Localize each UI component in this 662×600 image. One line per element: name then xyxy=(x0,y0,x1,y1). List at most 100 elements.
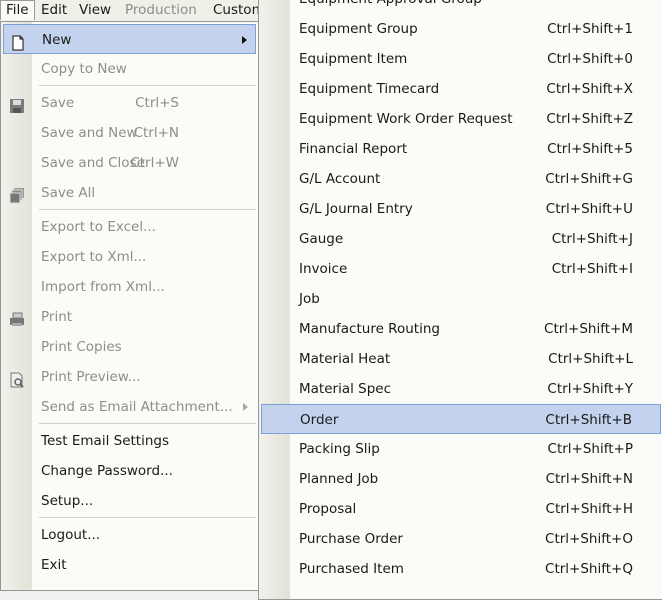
new-submenu-item-material-heat[interactable]: Material Heat Ctrl+Shift+L xyxy=(261,344,661,374)
menu-item-label: Logout... xyxy=(41,527,101,543)
shortcut-label: Ctrl+Shift+G xyxy=(545,171,633,187)
shortcut-label: Ctrl+Shift+Z xyxy=(546,111,633,127)
menu-separator xyxy=(39,209,256,211)
menu-item-label: Send as Email Attachment... xyxy=(41,399,233,415)
menu-item-label: Financial Report xyxy=(299,141,408,157)
new-submenu-item-proposal[interactable]: Proposal Ctrl+Shift+H xyxy=(261,494,661,524)
new-submenu-item-equipment-timecard[interactable]: Equipment Timecard Ctrl+Shift+X xyxy=(261,74,661,104)
new-submenu-item-purchase-order[interactable]: Purchase Order Ctrl+Shift+O xyxy=(261,524,661,554)
new-submenu-item-equipment-group[interactable]: Equipment Group Ctrl+Shift+1 xyxy=(261,14,661,44)
new-submenu-item-financial-report[interactable]: Financial Report Ctrl+Shift+5 xyxy=(261,134,661,164)
shortcut-label: Ctrl+Shift+Y xyxy=(547,381,633,397)
shortcut-label: Ctrl+Shift+1 xyxy=(547,21,633,37)
file-menu-item-export-to-xml[interactable]: Export to Xml... xyxy=(3,242,256,272)
menu-item-label: Packing Slip xyxy=(299,441,380,457)
new-submenu-item-packing-slip[interactable]: Packing Slip Ctrl+Shift+P xyxy=(261,434,661,464)
menu-item-label: Export to Excel... xyxy=(41,219,156,235)
menu-item-label: Gauge xyxy=(299,231,344,247)
new-submenu-item-invoice[interactable]: Invoice Ctrl+Shift+I xyxy=(261,254,661,284)
new-submenu-item-manufacture-routing[interactable]: Manufacture Routing Ctrl+Shift+M xyxy=(261,314,661,344)
menu-item-label: Equipment Group xyxy=(299,21,418,37)
menu-item-label: Export to Xml... xyxy=(41,249,147,265)
file-menu-item-import-from-xml[interactable]: Import from Xml... xyxy=(3,272,256,302)
shortcut-label: Ctrl+Shift+O xyxy=(545,531,633,547)
menu-separator xyxy=(39,423,256,425)
menu-item-label: Equipment Approval Group xyxy=(299,0,482,14)
menu-item-label: Print xyxy=(41,309,73,325)
file-menu-item-save-and-close[interactable]: Save and Close Ctrl+W xyxy=(3,148,256,178)
menu-item-label: Job xyxy=(299,291,320,307)
new-submenu-item-equipment-item[interactable]: Equipment Item Ctrl+Shift+0 xyxy=(261,44,661,74)
menu-item-label: G/L Journal Entry xyxy=(299,201,413,217)
file-menu-item-send-as-email-attachment[interactable]: Send as Email Attachment... xyxy=(3,392,256,422)
shortcut-label: Ctrl+Shift+J xyxy=(551,231,633,247)
menu-item-label: Print Preview... xyxy=(41,369,141,385)
menu-edit[interactable]: Edit xyxy=(36,1,72,20)
print-preview-icon xyxy=(9,369,25,388)
file-menu-item-change-password[interactable]: Change Password... xyxy=(3,456,256,486)
new-submenu-item-g-l-journal-entry[interactable]: G/L Journal Entry Ctrl+Shift+U xyxy=(261,194,661,224)
menu-item-label: Save xyxy=(41,95,75,111)
menu-item-label: Equipment Work Order Request xyxy=(299,111,513,127)
menu-item-label: Equipment Timecard xyxy=(299,81,440,97)
new-submenu-item-equipment-approval-group[interactable]: Equipment Approval Group xyxy=(261,0,661,14)
menu-separator xyxy=(39,517,256,519)
menu-item-label: G/L Account xyxy=(299,171,381,187)
new-submenu-item-equipment-work-order-request[interactable]: Equipment Work Order Request Ctrl+Shift+Z xyxy=(261,104,661,134)
file-menu-item-print[interactable]: Print xyxy=(3,302,256,332)
file-menu-item-save-all[interactable]: Save All xyxy=(3,178,256,208)
file-menu-item-test-email-settings[interactable]: Test Email Settings xyxy=(3,426,256,456)
shortcut-label: Ctrl+Shift+L xyxy=(548,351,633,367)
shortcut-label: Ctrl+S xyxy=(135,95,179,111)
file-menu-item-exit[interactable]: Exit xyxy=(3,550,256,580)
shortcut-label: Ctrl+N xyxy=(133,125,179,141)
menu-production[interactable]: Production xyxy=(120,1,202,20)
menu-view[interactable]: View xyxy=(74,1,116,20)
menu-item-label: Invoice xyxy=(299,261,348,277)
file-menu-item-save[interactable]: Save Ctrl+S xyxy=(3,88,256,118)
file-menu-item-save-and-new[interactable]: Save and New Ctrl+N xyxy=(3,118,256,148)
file-menu-item-logout[interactable]: Logout... xyxy=(3,520,256,550)
menu-file[interactable]: File xyxy=(0,0,35,20)
new-submenu-item-planned-job[interactable]: Planned Job Ctrl+Shift+N xyxy=(261,464,661,494)
new-submenu-item-g-l-account[interactable]: G/L Account Ctrl+Shift+G xyxy=(261,164,661,194)
shortcut-label: Ctrl+Shift+5 xyxy=(547,141,633,157)
menu-item-label: Test Email Settings xyxy=(41,433,169,449)
new-submenu-item-job[interactable]: Job xyxy=(261,284,661,314)
menu-item-label: Exit xyxy=(41,557,67,573)
file-menu-item-print-preview[interactable]: Print Preview... xyxy=(3,362,256,392)
menu-item-label: Material Spec xyxy=(299,381,392,397)
menu-item-label: Save All xyxy=(41,185,96,201)
shortcut-label: Ctrl+Shift+I xyxy=(551,261,633,277)
menu-item-label: Proposal xyxy=(299,501,357,517)
shortcut-label: Ctrl+Shift+H xyxy=(545,501,633,517)
new-submenu-item-order[interactable]: Order Ctrl+Shift+B xyxy=(261,404,661,434)
new-submenu-item-material-spec[interactable]: Material Spec Ctrl+Shift+Y xyxy=(261,374,661,404)
shortcut-label: Ctrl+W xyxy=(130,155,179,171)
new-submenu-item-gauge[interactable]: Gauge Ctrl+Shift+J xyxy=(261,224,661,254)
file-menu-item-copy-to-new[interactable]: Copy to New xyxy=(3,54,256,84)
menu-item-label: Setup... xyxy=(41,493,94,509)
shortcut-label: Ctrl+Shift+N xyxy=(545,471,633,487)
submenu-arrow-icon xyxy=(242,36,247,44)
menu-item-label: Save and New xyxy=(41,125,138,141)
menu-item-label: Import from Xml... xyxy=(41,279,165,295)
new-submenu: Equipment Approval Group Equipment Group C… xyxy=(258,0,662,600)
file-menu-item-setup[interactable]: Setup... xyxy=(3,486,256,516)
save-all-icon xyxy=(9,185,25,204)
menu-item-label: Save and Close xyxy=(41,155,145,171)
new-submenu-item-purchased-item[interactable]: Purchased Item Ctrl+Shift+Q xyxy=(261,554,661,584)
menu-item-label: Purchase Order xyxy=(299,531,403,547)
file-menu-item-new[interactable]: New xyxy=(3,24,256,54)
printer-icon xyxy=(9,309,25,326)
menu-item-label: New xyxy=(42,32,72,48)
file-menu-item-print-copies[interactable]: Print Copies xyxy=(3,332,256,362)
file-menu-item-export-to-excel[interactable]: Export to Excel... xyxy=(3,212,256,242)
shortcut-label: Ctrl+Shift+Q xyxy=(545,561,633,577)
menu-item-label: Material Heat xyxy=(299,351,391,367)
menu-item-label: Print Copies xyxy=(41,339,122,355)
menu-item-label: Purchased Item xyxy=(299,561,404,577)
shortcut-label: Ctrl+Shift+P xyxy=(547,441,633,457)
new-document-icon xyxy=(10,32,26,51)
menu-item-label: Copy to New xyxy=(41,61,127,77)
